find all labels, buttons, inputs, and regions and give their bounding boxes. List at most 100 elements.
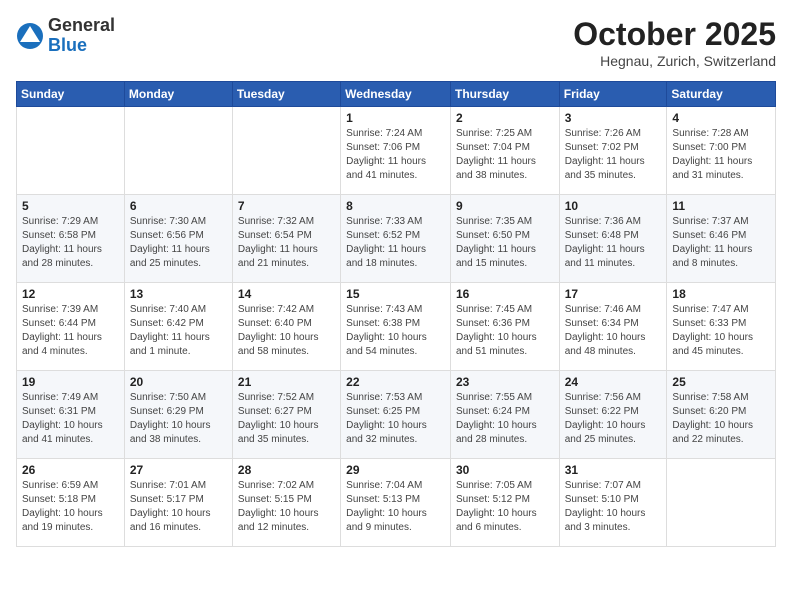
calendar-cell: 13 Sunrise: 7:40 AM Sunset: 6:42 PM Dayli… xyxy=(124,283,232,371)
day-number: 28 xyxy=(238,463,335,477)
day-info: Sunrise: 7:52 AM Sunset: 6:27 PM Dayligh… xyxy=(238,391,335,447)
day-info: Sunrise: 7:47 AM Sunset: 6:33 PM Dayligh… xyxy=(672,303,770,359)
day-number: 7 xyxy=(238,199,335,213)
calendar-cell: 28 Sunrise: 7:02 AM Sunset: 5:15 PM Dayli… xyxy=(232,459,340,547)
weekday-header: Monday xyxy=(124,82,232,107)
title-block: October 2025 Hegnau, Zurich, Switzerland xyxy=(573,16,776,69)
calendar-cell: 27 Sunrise: 7:01 AM Sunset: 5:17 PM Dayli… xyxy=(124,459,232,547)
day-number: 18 xyxy=(672,287,770,301)
calendar-cell: 25 Sunrise: 7:58 AM Sunset: 6:20 PM Dayli… xyxy=(667,371,776,459)
day-info: Sunrise: 7:40 AM Sunset: 6:42 PM Dayligh… xyxy=(130,303,227,359)
day-info: Sunrise: 7:28 AM Sunset: 7:00 PM Dayligh… xyxy=(672,127,770,183)
calendar-cell xyxy=(667,459,776,547)
day-number: 11 xyxy=(672,199,770,213)
logo-text: General Blue xyxy=(48,16,115,56)
day-number: 16 xyxy=(456,287,554,301)
calendar-cell: 9Sunrise: 7:35 AM Sunset: 6:50 PM Daylig… xyxy=(450,195,559,283)
day-number: 27 xyxy=(130,463,227,477)
calendar-cell: 12 Sunrise: 7:39 AM Sunset: 6:44 PM Dayli… xyxy=(17,283,125,371)
calendar-cell: 2Sunrise: 7:25 AM Sunset: 7:04 PM Daylig… xyxy=(450,107,559,195)
calendar-cell: 19 Sunrise: 7:49 AM Sunset: 6:31 PM Dayli… xyxy=(17,371,125,459)
day-info: Sunrise: 7:32 AM Sunset: 6:54 PM Dayligh… xyxy=(238,215,335,271)
day-info: Sunrise: 7:39 AM Sunset: 6:44 PM Dayligh… xyxy=(22,303,119,359)
location: Hegnau, Zurich, Switzerland xyxy=(573,53,776,69)
calendar-week-row: 26 Sunrise: 6:59 AM Sunset: 5:18 PM Dayli… xyxy=(17,459,776,547)
day-number: 6 xyxy=(130,199,227,213)
day-number: 24 xyxy=(565,375,662,389)
weekday-header: Tuesday xyxy=(232,82,340,107)
calendar-cell: 22Sunrise: 7:53 AM Sunset: 6:25 PM Dayli… xyxy=(341,371,451,459)
day-number: 12 xyxy=(22,287,119,301)
weekday-header: Sunday xyxy=(17,82,125,107)
weekday-header: Thursday xyxy=(450,82,559,107)
logo-icon xyxy=(16,22,44,50)
day-number: 31 xyxy=(565,463,662,477)
day-info: Sunrise: 7:56 AM Sunset: 6:22 PM Dayligh… xyxy=(565,391,662,447)
calendar-cell: 10 Sunrise: 7:36 AM Sunset: 6:48 PM Dayli… xyxy=(559,195,667,283)
day-info: Sunrise: 6:59 AM Sunset: 5:18 PM Dayligh… xyxy=(22,479,119,535)
calendar-cell: 3Sunrise: 7:26 AM Sunset: 7:02 PM Daylig… xyxy=(559,107,667,195)
day-number: 25 xyxy=(672,375,770,389)
calendar-cell: 7 Sunrise: 7:32 AM Sunset: 6:54 PM Daylig… xyxy=(232,195,340,283)
day-info: Sunrise: 7:24 AM Sunset: 7:06 PM Dayligh… xyxy=(346,127,445,183)
calendar-cell: 29 Sunrise: 7:04 AM Sunset: 5:13 PM Dayli… xyxy=(341,459,451,547)
day-number: 20 xyxy=(130,375,227,389)
day-info: Sunrise: 7:45 AM Sunset: 6:36 PM Dayligh… xyxy=(456,303,554,359)
month-title: October 2025 xyxy=(573,16,776,53)
calendar-cell: 16 Sunrise: 7:45 AM Sunset: 6:36 PM Dayli… xyxy=(450,283,559,371)
day-number: 17 xyxy=(565,287,662,301)
day-info: Sunrise: 7:30 AM Sunset: 6:56 PM Dayligh… xyxy=(130,215,227,271)
day-number: 8 xyxy=(346,199,445,213)
calendar-cell: 26 Sunrise: 6:59 AM Sunset: 5:18 PM Dayli… xyxy=(17,459,125,547)
day-number: 23 xyxy=(456,375,554,389)
day-info: Sunrise: 7:46 AM Sunset: 6:34 PM Dayligh… xyxy=(565,303,662,359)
day-number: 29 xyxy=(346,463,445,477)
day-info: Sunrise: 7:29 AM Sunset: 6:58 PM Dayligh… xyxy=(22,215,119,271)
day-info: Sunrise: 7:04 AM Sunset: 5:13 PM Dayligh… xyxy=(346,479,445,535)
day-number: 10 xyxy=(565,199,662,213)
calendar-cell: 1 Sunrise: 7:24 AM Sunset: 7:06 PM Daylig… xyxy=(341,107,451,195)
day-info: Sunrise: 7:37 AM Sunset: 6:46 PM Dayligh… xyxy=(672,215,770,271)
calendar-cell: 20 Sunrise: 7:50 AM Sunset: 6:29 PM Dayli… xyxy=(124,371,232,459)
calendar-cell: 31 Sunrise: 7:07 AM Sunset: 5:10 PM Dayli… xyxy=(559,459,667,547)
day-info: Sunrise: 7:43 AM Sunset: 6:38 PM Dayligh… xyxy=(346,303,445,359)
calendar-cell: 23 Sunrise: 7:55 AM Sunset: 6:24 PM Dayli… xyxy=(450,371,559,459)
day-number: 13 xyxy=(130,287,227,301)
calendar-cell: 17 Sunrise: 7:46 AM Sunset: 6:34 PM Dayli… xyxy=(559,283,667,371)
calendar-cell: 8 Sunrise: 7:33 AM Sunset: 6:52 PM Daylig… xyxy=(341,195,451,283)
day-number: 19 xyxy=(22,375,119,389)
day-info: Sunrise: 7:33 AM Sunset: 6:52 PM Dayligh… xyxy=(346,215,445,271)
logo: General Blue xyxy=(16,16,115,56)
day-info: Sunrise: 7:05 AM Sunset: 5:12 PM Dayligh… xyxy=(456,479,554,535)
weekday-header: Wednesday xyxy=(341,82,451,107)
weekday-header: Friday xyxy=(559,82,667,107)
weekday-header-row: SundayMondayTuesdayWednesdayThursdayFrid… xyxy=(17,82,776,107)
day-number: 5 xyxy=(22,199,119,213)
calendar-table: SundayMondayTuesdayWednesdayThursdayFrid… xyxy=(16,81,776,547)
day-info: Sunrise: 7:07 AM Sunset: 5:10 PM Dayligh… xyxy=(565,479,662,535)
page-header: General Blue October 2025 Hegnau, Zurich… xyxy=(16,16,776,69)
day-info: Sunrise: 7:01 AM Sunset: 5:17 PM Dayligh… xyxy=(130,479,227,535)
day-info: Sunrise: 7:53 AM Sunset: 6:25 PM Dayligh… xyxy=(346,391,445,447)
day-number: 9 xyxy=(456,199,554,213)
day-number: 15 xyxy=(346,287,445,301)
calendar-cell: 18 Sunrise: 7:47 AM Sunset: 6:33 PM Dayli… xyxy=(667,283,776,371)
day-number: 2 xyxy=(456,111,554,125)
day-number: 3 xyxy=(565,111,662,125)
day-number: 1 xyxy=(346,111,445,125)
day-info: Sunrise: 7:55 AM Sunset: 6:24 PM Dayligh… xyxy=(456,391,554,447)
day-info: Sunrise: 7:42 AM Sunset: 6:40 PM Dayligh… xyxy=(238,303,335,359)
calendar-cell: 24 Sunrise: 7:56 AM Sunset: 6:22 PM Dayli… xyxy=(559,371,667,459)
day-info: Sunrise: 7:50 AM Sunset: 6:29 PM Dayligh… xyxy=(130,391,227,447)
calendar-week-row: 19 Sunrise: 7:49 AM Sunset: 6:31 PM Dayli… xyxy=(17,371,776,459)
day-info: Sunrise: 7:49 AM Sunset: 6:31 PM Dayligh… xyxy=(22,391,119,447)
day-number: 26 xyxy=(22,463,119,477)
day-number: 14 xyxy=(238,287,335,301)
day-info: Sunrise: 7:58 AM Sunset: 6:20 PM Dayligh… xyxy=(672,391,770,447)
day-info: Sunrise: 7:36 AM Sunset: 6:48 PM Dayligh… xyxy=(565,215,662,271)
calendar-cell: 30Sunrise: 7:05 AM Sunset: 5:12 PM Dayli… xyxy=(450,459,559,547)
day-info: Sunrise: 7:02 AM Sunset: 5:15 PM Dayligh… xyxy=(238,479,335,535)
day-number: 21 xyxy=(238,375,335,389)
calendar-cell: 14 Sunrise: 7:42 AM Sunset: 6:40 PM Dayli… xyxy=(232,283,340,371)
weekday-header: Saturday xyxy=(667,82,776,107)
